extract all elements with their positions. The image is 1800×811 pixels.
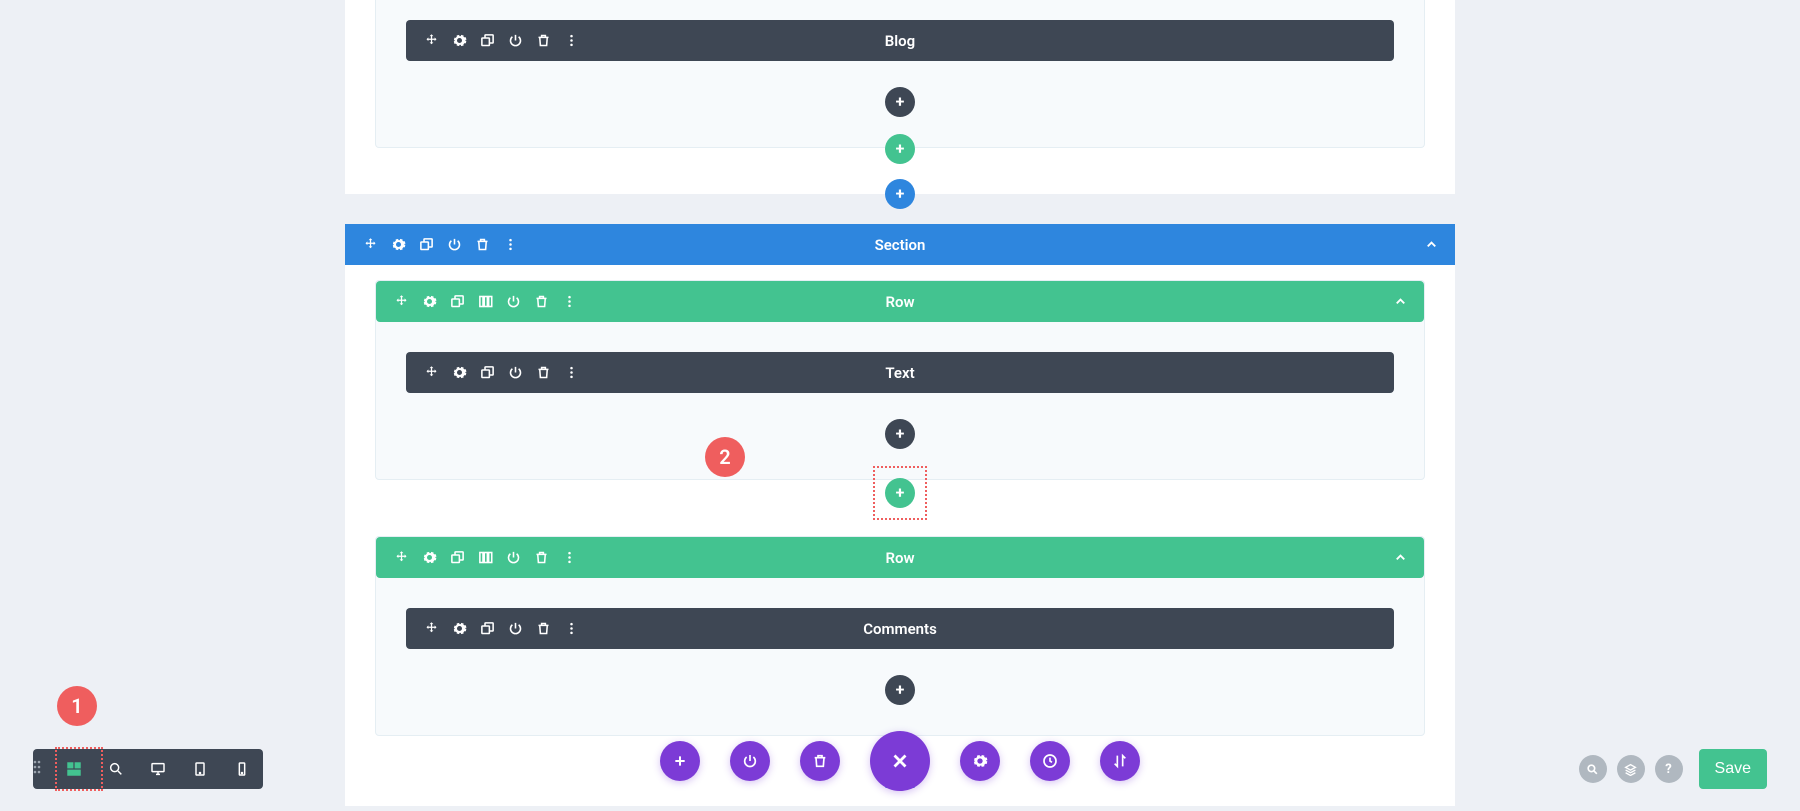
- move-icon[interactable]: [424, 33, 439, 48]
- power-icon[interactable]: [508, 365, 523, 380]
- drag-handle-icon[interactable]: [33, 759, 53, 779]
- add-module-button[interactable]: +: [885, 419, 915, 449]
- phone-view-button[interactable]: [221, 749, 263, 789]
- add-module-button[interactable]: +: [885, 675, 915, 705]
- row-bar[interactable]: Row: [376, 281, 1424, 322]
- close-button[interactable]: [870, 731, 930, 791]
- trash-icon[interactable]: [534, 294, 549, 309]
- more-icon[interactable]: [564, 33, 579, 48]
- history-button[interactable]: [1030, 741, 1070, 781]
- power-icon[interactable]: [447, 237, 462, 252]
- trash-icon[interactable]: [475, 237, 490, 252]
- collapse-icon[interactable]: [1393, 294, 1408, 309]
- zoom-view-button[interactable]: [95, 749, 137, 789]
- duplicate-icon[interactable]: [450, 550, 465, 565]
- section-bar[interactable]: Section: [345, 224, 1455, 265]
- gear-icon[interactable]: [422, 294, 437, 309]
- more-icon[interactable]: [564, 621, 579, 636]
- collapse-icon[interactable]: [1424, 237, 1439, 252]
- move-icon[interactable]: [363, 237, 378, 252]
- more-icon[interactable]: [503, 237, 518, 252]
- columns-icon[interactable]: [478, 294, 493, 309]
- power-icon[interactable]: [506, 550, 521, 565]
- trash-icon[interactable]: [536, 621, 551, 636]
- module-bar-comments[interactable]: Comments: [406, 608, 1394, 649]
- columns-icon[interactable]: [478, 550, 493, 565]
- power-icon[interactable]: [506, 294, 521, 309]
- tablet-view-button[interactable]: [179, 749, 221, 789]
- move-icon[interactable]: [424, 365, 439, 380]
- more-icon[interactable]: [564, 365, 579, 380]
- gear-icon[interactable]: [452, 33, 467, 48]
- duplicate-icon[interactable]: [480, 621, 495, 636]
- sort-button[interactable]: [1100, 741, 1140, 781]
- layers-button[interactable]: [1617, 755, 1645, 783]
- gear-icon[interactable]: [422, 550, 437, 565]
- gear-icon[interactable]: [391, 237, 406, 252]
- annotation-1-badge: 1: [57, 686, 97, 726]
- search-button[interactable]: [1579, 755, 1607, 783]
- collapse-icon[interactable]: [1393, 550, 1408, 565]
- settings-button[interactable]: [960, 741, 1000, 781]
- move-icon[interactable]: [394, 550, 409, 565]
- power-icon[interactable]: [508, 621, 523, 636]
- trash-icon[interactable]: [534, 550, 549, 565]
- view-toolbar: [33, 749, 263, 789]
- desktop-view-button[interactable]: [137, 749, 179, 789]
- main-action-toolbar: [660, 731, 1140, 791]
- move-icon[interactable]: [424, 621, 439, 636]
- module-bar-text[interactable]: Text: [406, 352, 1394, 393]
- add-section-button[interactable]: +: [885, 179, 915, 209]
- row-bar[interactable]: Row: [376, 537, 1424, 578]
- duplicate-icon[interactable]: [480, 365, 495, 380]
- duplicate-icon[interactable]: [480, 33, 495, 48]
- delete-button[interactable]: [800, 741, 840, 781]
- add-row-button[interactable]: +: [885, 134, 915, 164]
- power-button[interactable]: [730, 741, 770, 781]
- save-button[interactable]: Save: [1699, 749, 1767, 789]
- duplicate-icon[interactable]: [450, 294, 465, 309]
- add-module-button[interactable]: +: [885, 87, 915, 117]
- gear-icon[interactable]: [452, 365, 467, 380]
- add-button[interactable]: [660, 741, 700, 781]
- annotation-2-box: +: [873, 466, 927, 520]
- power-icon[interactable]: [508, 33, 523, 48]
- help-button[interactable]: ?: [1655, 755, 1683, 783]
- wireframe-view-button[interactable]: [53, 749, 95, 789]
- duplicate-icon[interactable]: [419, 237, 434, 252]
- more-icon[interactable]: [562, 550, 577, 565]
- move-icon[interactable]: [394, 294, 409, 309]
- gear-icon[interactable]: [452, 621, 467, 636]
- trash-icon[interactable]: [536, 33, 551, 48]
- module-bar-blog[interactable]: Blog: [406, 20, 1394, 61]
- help-save-toolbar: ? Save: [1579, 749, 1767, 789]
- more-icon[interactable]: [562, 294, 577, 309]
- add-row-button[interactable]: +: [885, 478, 915, 508]
- annotation-2-badge: 2: [705, 437, 745, 477]
- trash-icon[interactable]: [536, 365, 551, 380]
